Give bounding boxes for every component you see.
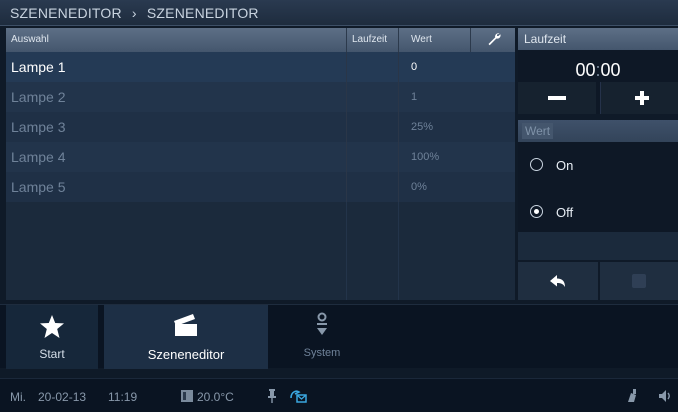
laufzeit-header: Laufzeit — [518, 28, 678, 50]
column-divider — [346, 202, 347, 300]
option-off-label: Off — [556, 205, 574, 220]
breadcrumb-parent[interactable]: SZENENEDITOR — [10, 5, 122, 21]
wrench-icon[interactable] — [487, 32, 501, 46]
pin-icon[interactable] — [267, 389, 277, 403]
breadcrumb-current: SZENENEDITOR — [146, 5, 259, 21]
thermometer-icon — [181, 390, 193, 402]
row-name: Lampe 2 — [11, 89, 66, 105]
breadcrumb: SZENENEDITOR › SZENENEDITOR — [10, 5, 259, 21]
option-off[interactable]: Off — [518, 187, 678, 232]
status-bar: Mi. 20-02-13 11:19 20.0°C — [0, 378, 678, 412]
status-time: 11:19 — [108, 390, 138, 404]
save-icon — [632, 274, 646, 288]
option-on-label: On — [556, 158, 574, 173]
status-temperature: 20.0°C — [197, 390, 234, 404]
wert-header-label: Wert — [522, 123, 554, 139]
row-laufzeit — [346, 142, 398, 172]
row-laufzeit — [346, 172, 398, 202]
increase-button[interactable] — [600, 82, 678, 114]
tool-column[interactable] — [470, 28, 515, 52]
radio-off-state-icon[interactable] — [530, 158, 543, 171]
decrease-button[interactable] — [518, 82, 596, 114]
star-icon — [40, 315, 64, 338]
status-day: Mi. — [10, 390, 26, 404]
row-wert: 25% — [398, 112, 515, 142]
back-button[interactable] — [518, 262, 598, 300]
column-divider — [398, 202, 399, 300]
nav-system-label: System — [303, 347, 341, 359]
table-row[interactable]: Lampe 5 0% — [6, 172, 515, 202]
row-wert: 1 — [398, 82, 515, 112]
table-header: Auswahl Laufzeit Wert — [6, 28, 515, 52]
table-empty-area — [6, 202, 515, 300]
nav-start-label: Start — [39, 347, 65, 361]
radio-selected-icon[interactable] — [530, 205, 543, 218]
row-name: Lampe 4 — [11, 149, 66, 165]
column-header-wert[interactable]: Wert — [398, 28, 470, 52]
row-name: Lampe 5 — [11, 179, 66, 195]
panel-spacer — [518, 232, 678, 260]
scene-table: Auswahl Laufzeit Wert Lampe 1 0 Lampe 2 … — [6, 28, 515, 300]
nav-start[interactable]: Start — [6, 305, 98, 369]
nav-szeneneditor-label: Szeneneditor — [147, 347, 225, 362]
row-laufzeit — [346, 52, 398, 82]
cleaning-icon[interactable] — [625, 389, 639, 403]
volume-icon[interactable] — [658, 389, 674, 403]
back-arrow-icon — [550, 275, 565, 287]
row-wert: 100% — [398, 142, 515, 172]
row-laufzeit — [346, 112, 398, 142]
row-name: Lampe 1 — [11, 59, 66, 75]
row-wert: 0% — [398, 172, 515, 202]
table-row[interactable]: Lampe 1 0 — [6, 52, 515, 82]
message-icon[interactable] — [289, 389, 307, 403]
nav-system[interactable]: System — [274, 305, 370, 369]
clapperboard-icon — [174, 314, 197, 336]
status-date: 20-02-13 — [38, 390, 87, 404]
nav-szeneneditor[interactable]: Szeneneditor — [104, 305, 268, 369]
row-laufzeit — [346, 82, 398, 112]
wert-options: On Off — [518, 142, 678, 232]
breadcrumb-separator: › — [131, 5, 137, 21]
laufzeit-seconds: 00 — [600, 60, 621, 80]
option-on[interactable]: On — [518, 142, 678, 187]
breadcrumb-bar: SZENENEDITOR › SZENENEDITOR — [0, 0, 678, 26]
system-icon — [317, 312, 327, 335]
column-header-laufzeit[interactable]: Laufzeit — [346, 28, 398, 52]
column-header-auswahl[interactable]: Auswahl — [6, 28, 346, 52]
table-row[interactable]: Lampe 3 25% — [6, 112, 515, 142]
save-button[interactable] — [600, 262, 678, 300]
laufzeit-value: 00:00 — [518, 60, 678, 81]
bottom-navigation: Start Szeneneditor System — [0, 304, 678, 369]
row-name: Lampe 3 — [11, 119, 66, 135]
wert-header: Wert — [518, 120, 678, 142]
row-wert: 0 — [398, 52, 515, 82]
minus-icon — [548, 96, 566, 100]
table-row[interactable]: Lampe 4 100% — [6, 142, 515, 172]
table-row[interactable]: Lampe 2 1 — [6, 82, 515, 112]
laufzeit-minutes: 00 — [575, 60, 596, 80]
